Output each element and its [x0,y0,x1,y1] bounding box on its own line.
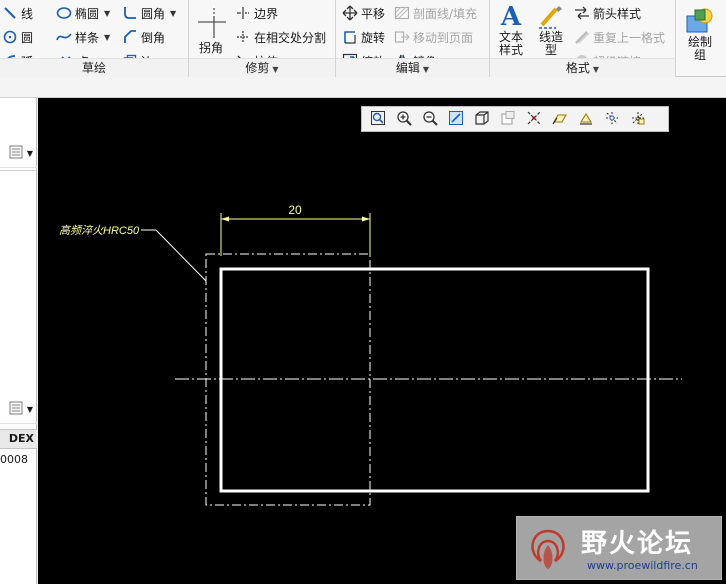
circle-button[interactable]: 圆 [2,26,33,48]
circle-label: 圆 [21,30,34,45]
chamfer-label: 倒角 [141,30,166,45]
move-page-icon [394,29,410,45]
dimension-arrow-right [362,216,370,222]
index-cell[interactable]: 0008 [0,450,37,470]
dimension-arrow-left [221,216,229,222]
move-to-page-button[interactable]: 移动到页面 [394,26,473,48]
spline-dropdown-icon[interactable]: ▼ [104,33,110,42]
corner-label: 拐角 [198,41,223,55]
format-caret-icon: ▼ [592,65,600,74]
move-to-page-label: 移动到页面 [413,30,474,45]
corner-icon [193,4,229,42]
format-group-label[interactable]: 格式 ▼ [490,58,675,77]
repeat-format-icon [574,29,590,45]
fillet-label: 圆角 [141,6,166,21]
hardening-note[interactable]: 高频淬火HRC50 [59,224,207,282]
divide-label: 在相交处分割 [254,30,327,45]
text-style-label: 文本 样式 [498,30,523,57]
chamfer-icon [122,29,138,45]
spline-button[interactable]: 样条 ▼ [56,26,110,48]
line-style-icon [532,3,570,31]
rotate-icon [342,29,358,45]
hardening-note-text: 高频淬火HRC50 [59,224,140,237]
ellipse-button[interactable]: 椭圆 ▼ [56,2,110,24]
edit-caret-icon: ▼ [422,65,430,74]
drawing-sheet: 20 高频淬火HRC50 [59,203,682,506]
table-dropdown-icon[interactable]: ▼ [27,405,33,414]
line-button[interactable]: 线 [2,2,33,24]
rotate-button[interactable]: 旋转 [342,26,385,48]
boundary-label: 边界 [254,6,279,21]
sketch-group: 线 椭圆 ▼ 圆角 ▼ 圆 样条 ▼ 倒角 弧 ▼ [0,0,189,77]
list-dropdown-icon[interactable]: ▼ [27,149,33,158]
ribbon: 线 椭圆 ▼ 圆角 ▼ 圆 样条 ▼ 倒角 弧 ▼ [0,0,726,77]
repeat-format-label: 重复上一格式 [593,30,666,45]
trim-group-label[interactable]: 修剪 ▼ [189,58,335,77]
draw-group-icon [680,6,720,36]
spline-label: 样条 [75,30,100,45]
translate-button[interactable]: 平移 [342,2,385,24]
arrow-style-label: 箭头样式 [593,6,642,21]
text-style-icon: A [500,2,522,32]
side-panel-toolbar-top: ▼ [0,140,37,168]
xhatch-fill-button[interactable]: 剖面线/填充 [394,2,477,24]
translate-label: 平移 [361,6,386,21]
xhatch-fill-label: 剖面线/填充 [413,6,478,21]
spline-icon [56,29,72,45]
boundary-button[interactable]: 边界 [235,2,278,24]
hatch-icon [394,5,410,21]
rotate-label: 旋转 [361,30,386,45]
list-settings-icon[interactable] [9,145,23,162]
side-panel: ▼ ▼ DEX 0008 [0,98,37,584]
side-panel-divider [0,170,37,171]
drawing-canvas[interactable]: 20 高频淬火HRC50 野火论坛 www.proewildfire.cn [38,98,726,584]
ellipse-icon [56,5,72,21]
sketch-group-label: 草绘 [0,58,188,77]
ribbon-bottom-strip [0,77,726,98]
repeat-format-button[interactable]: 重复上一格式 [574,26,665,48]
divide-icon [235,29,251,45]
divide-button[interactable]: 在相交处分割 [235,26,326,48]
watermark-url: www.proewildfire.cn [587,559,698,572]
trim-group: 拐角 边界 在相交处分割 拉伸 修剪▼ [189,0,336,77]
chamfer-button[interactable]: 倒角 [122,26,165,48]
fillet-button[interactable]: 圆角 ▼ [122,2,176,24]
fillet-dropdown-icon[interactable]: ▼ [170,9,176,18]
circle-icon [2,29,18,45]
watermark-logo-icon [523,523,573,576]
arrow-style-button[interactable]: 箭头样式 [574,2,641,24]
trim-caret-icon: ▼ [272,65,279,74]
ellipse-label: 椭圆 [75,6,100,21]
draw-group-label: 绘制 组 [687,35,712,62]
index-column-header[interactable]: DEX [0,429,37,449]
table-settings-icon[interactable] [9,401,23,418]
forum-watermark: 野火论坛 www.proewildfire.cn [516,516,722,580]
boundary-icon [235,5,251,21]
format-group: A 文本 样式 线造 型 箭头样式 重复上一格式 超级链接 格式▼ [490,0,676,77]
draw-group-button[interactable]: 绘制 组 [680,6,720,62]
move-arrows-icon [342,5,358,21]
arrow-style-icon [574,5,590,21]
line-style-button[interactable]: 线造 型 [532,3,570,57]
line-icon [2,5,18,21]
ellipse-dropdown-icon[interactable]: ▼ [104,9,110,18]
line-label: 线 [21,6,34,21]
draw-group: 绘制 组 [676,0,726,77]
text-style-button[interactable]: A 文本 样式 [492,3,530,57]
edit-group: 平移 旋转 缩放 剖面线/填充 移动到页面 镜像 编辑▼ [336,0,490,77]
fillet-icon [122,5,138,21]
side-panel-toolbar-bottom: ▼ [0,396,37,424]
dimension-20[interactable]: 20 [220,203,371,256]
corner-button[interactable]: 拐角 [193,4,229,55]
note-leader-diagonal [155,229,207,282]
dimension-value: 20 [288,203,302,217]
edit-group-label[interactable]: 编辑 ▼ [336,58,489,77]
watermark-title: 野火论坛 [581,529,694,559]
part-outline[interactable] [219,267,650,493]
line-style-label: 线造 型 [538,30,563,57]
